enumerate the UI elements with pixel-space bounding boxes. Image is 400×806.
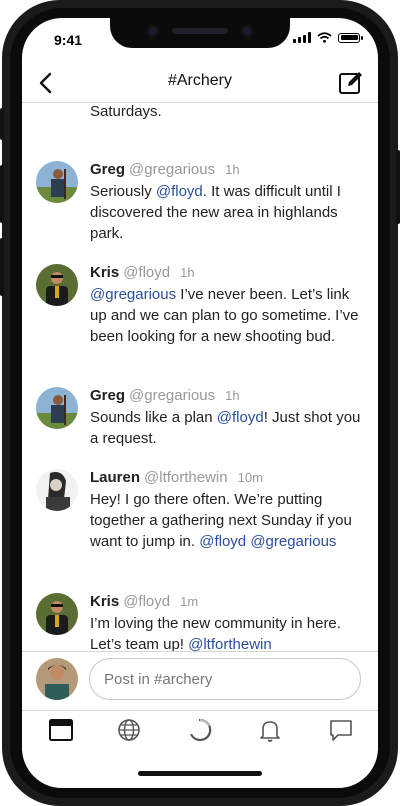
signal-icon [293,32,311,43]
compose-icon[interactable] [338,69,364,95]
front-camera-icon [146,24,160,38]
message-text-segment: Seriously [90,183,156,200]
avatar[interactable] [36,593,78,635]
timestamp: 10m [237,470,263,485]
author-handle[interactable]: @gregarious [129,161,215,178]
mention-link[interactable]: @floyd [217,409,264,426]
author-handle[interactable]: @floyd [123,593,170,610]
mention-link[interactable]: @floyd [199,533,246,550]
message-text: @gregarious I’ve never been. Let’s link … [90,284,365,347]
avatar[interactable] [36,264,78,306]
avatar[interactable] [36,387,78,429]
message-meta: Lauren @ltforthewin 10m [90,469,263,486]
message-feed[interactable]: Saturdays. Greg @gregarious 1h Seriously @… [22,103,378,651]
mention-link[interactable]: @gregarious [90,286,176,303]
globe-icon[interactable] [116,717,142,743]
side-button-silent [0,108,4,140]
author-name[interactable]: Greg [90,161,125,178]
mention-link[interactable]: @gregarious [250,533,336,550]
message-text: Sounds like a plan @floyd! Just shot you… [90,407,365,449]
avatar[interactable] [36,161,78,203]
current-user-avatar[interactable] [36,658,78,700]
author-handle[interactable]: @floyd [123,264,170,281]
post-input[interactable] [89,658,361,700]
message-text: I’m loving the new community in here. Le… [90,613,365,651]
message-meta: Kris @floyd 1h [90,264,195,281]
wifi-icon [317,32,332,43]
message-meta: Greg @gregarious 1h [90,161,240,178]
truncated-message-text: Saturdays. [90,103,162,120]
message-meta: Greg @gregarious 1h [90,387,240,404]
app-screen: 9:41 #Archery Saturdays. Greg @gregariou… [22,18,378,788]
home-indicator[interactable] [138,771,262,776]
timestamp: 1h [180,265,195,280]
timestamp: 1h [225,388,240,403]
battery-icon [338,32,363,43]
feed-icon[interactable] [48,717,74,743]
author-handle[interactable]: @gregarious [129,387,215,404]
message-meta: Kris @floyd 1m [90,593,198,610]
message-text: Seriously @floyd. It was difficult until… [90,181,365,244]
side-button-volume-down [0,238,4,296]
activity-spinner-icon[interactable] [187,717,213,743]
side-button-volume-up [0,165,4,223]
avatar[interactable] [36,469,78,511]
message-text-segment: Sounds like a plan [90,409,217,426]
author-name[interactable]: Lauren [90,469,140,486]
message-text: Hey! I go there often. We’re putting tog… [90,489,365,552]
timestamp: 1h [225,162,240,177]
sensor-icon [240,24,254,38]
timestamp: 1m [180,594,199,609]
author-name[interactable]: Kris [90,264,119,281]
side-button-power [396,150,400,224]
author-name[interactable]: Kris [90,593,119,610]
bell-icon[interactable] [257,717,283,743]
status-time: 9:41 [54,32,83,48]
speaker-grille [172,28,228,34]
nav-bar: #Archery [22,66,378,103]
composer-bar [22,651,378,710]
author-name[interactable]: Greg [90,387,125,404]
status-icons [293,32,363,43]
tab-bar [22,710,378,751]
notch [110,18,290,48]
mention-link[interactable]: @ltforthewin [188,636,272,651]
page-title: #Archery [167,72,233,89]
chat-bubble-icon[interactable] [328,717,354,743]
mention-link[interactable]: @floyd [156,183,203,200]
author-handle[interactable]: @ltforthewin [144,469,228,486]
